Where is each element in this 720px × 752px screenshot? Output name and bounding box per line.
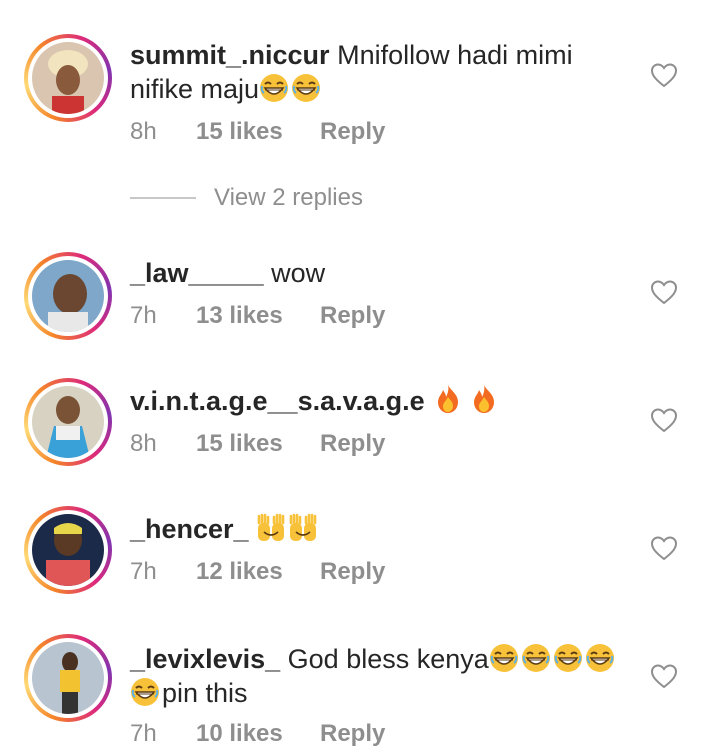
comment-time: 7h xyxy=(130,558,157,585)
grinning-face-icon xyxy=(585,643,615,673)
fire-icon xyxy=(471,384,497,414)
comment-username[interactable]: _levixlevis_ xyxy=(130,644,280,674)
grinning-face-icon xyxy=(130,677,160,707)
raised-hands-icon xyxy=(256,513,286,543)
comment-time: 7h xyxy=(130,720,157,747)
comment-username[interactable]: summit_.niccur xyxy=(130,40,330,70)
reply-button[interactable]: Reply xyxy=(320,302,385,330)
grinning-face-icon xyxy=(291,73,321,103)
comment-username[interactable]: _hencer_ xyxy=(130,514,249,544)
like-count[interactable]: 15 likes xyxy=(196,430,320,458)
view-replies-label: View 2 replies xyxy=(214,184,363,211)
heart-outline-icon[interactable] xyxy=(650,62,678,88)
heart-outline-icon[interactable] xyxy=(650,535,678,561)
grinning-face-icon xyxy=(521,643,551,673)
raised-hands-icon xyxy=(288,513,318,543)
like-count[interactable]: 10 likes xyxy=(196,720,320,748)
reply-button[interactable]: Reply xyxy=(320,430,385,458)
comment-text: pin this xyxy=(162,678,248,708)
reply-button[interactable]: Reply xyxy=(320,558,385,586)
comment-time: 7h xyxy=(130,302,157,329)
comment-text: Mnifollow hadi mimi xyxy=(337,40,573,70)
grinning-face-icon xyxy=(553,643,583,673)
comment-time: 8h xyxy=(130,118,157,145)
grinning-face-icon xyxy=(259,73,289,103)
comment-text: nifike maju xyxy=(130,74,260,104)
avatar[interactable] xyxy=(24,378,112,466)
view-replies-button[interactable]: View 2 replies xyxy=(130,184,363,212)
grinning-face-icon xyxy=(489,643,519,673)
heart-outline-icon[interactable] xyxy=(650,279,678,305)
comment-username[interactable]: _law_____ xyxy=(130,258,264,288)
reply-button[interactable]: Reply xyxy=(320,720,385,748)
fire-icon xyxy=(435,384,461,414)
like-count[interactable]: 12 likes xyxy=(196,558,320,586)
avatar[interactable] xyxy=(24,252,112,340)
comment-text: God bless kenya xyxy=(287,644,489,674)
divider xyxy=(130,197,196,199)
reply-button[interactable]: Reply xyxy=(320,118,385,146)
comment-username[interactable]: v.i.n.t.a.g.e__s.a.v.a.g.e xyxy=(130,386,425,416)
comment-text: wow xyxy=(271,258,326,288)
like-count[interactable]: 13 likes xyxy=(196,302,320,330)
avatar[interactable] xyxy=(24,34,112,122)
avatar[interactable] xyxy=(24,506,112,594)
heart-outline-icon[interactable] xyxy=(650,407,678,433)
comment-time: 8h xyxy=(130,430,157,457)
like-count[interactable]: 15 likes xyxy=(196,118,320,146)
heart-outline-icon[interactable] xyxy=(650,663,678,689)
avatar[interactable] xyxy=(24,634,112,722)
